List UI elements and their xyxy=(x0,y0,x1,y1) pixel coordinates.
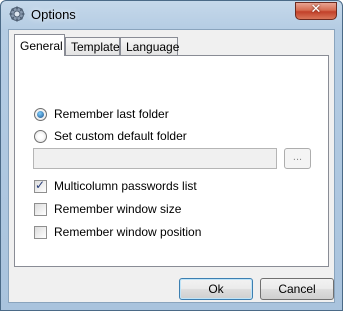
custom-folder-label: Set custom default folder xyxy=(54,129,187,143)
custom-folder-radio[interactable] xyxy=(34,129,47,143)
tab-language[interactable]: Language xyxy=(120,37,180,55)
close-button[interactable]: ✕ xyxy=(295,2,337,20)
remember-last-folder-option[interactable]: Remember last folder xyxy=(34,106,169,122)
remember-last-folder-radio[interactable] xyxy=(34,107,47,121)
window-title: Options xyxy=(31,7,76,22)
remember-last-folder-label: Remember last folder xyxy=(54,107,169,121)
tab-label: Template xyxy=(71,40,120,54)
browse-button[interactable]: ... xyxy=(284,148,311,169)
dialog-body: General Template Language Remember last … xyxy=(8,29,335,303)
close-icon: ✕ xyxy=(310,2,322,17)
custom-folder-input[interactable] xyxy=(33,148,277,169)
remember-position-option[interactable]: Remember window position xyxy=(34,224,201,240)
gear-icon xyxy=(9,6,25,22)
cancel-button[interactable]: Cancel xyxy=(260,278,334,300)
general-tab-panel: Remember last folder Set custom default … xyxy=(14,55,329,267)
tab-general[interactable]: General xyxy=(14,34,65,56)
tab-label: Language xyxy=(126,40,180,54)
remember-position-label: Remember window position xyxy=(54,225,202,239)
options-window: Options ✕ General Template Language Reme… xyxy=(0,0,343,311)
remember-size-option[interactable]: Remember window size xyxy=(34,201,181,217)
tab-template[interactable]: Template xyxy=(65,37,120,55)
custom-folder-option[interactable]: Set custom default folder xyxy=(34,128,187,144)
multicolumn-option[interactable]: Multicolumn passwords list xyxy=(34,178,197,194)
tab-label: General xyxy=(20,39,63,53)
multicolumn-label: Multicolumn passwords list xyxy=(54,179,197,193)
remember-size-label: Remember window size xyxy=(54,202,182,216)
ok-button[interactable]: Ok xyxy=(179,278,253,300)
multicolumn-checkbox[interactable] xyxy=(34,178,47,193)
remember-size-checkbox[interactable] xyxy=(34,202,47,216)
title-bar[interactable]: Options ✕ xyxy=(1,1,342,27)
remember-position-checkbox[interactable] xyxy=(34,225,47,239)
